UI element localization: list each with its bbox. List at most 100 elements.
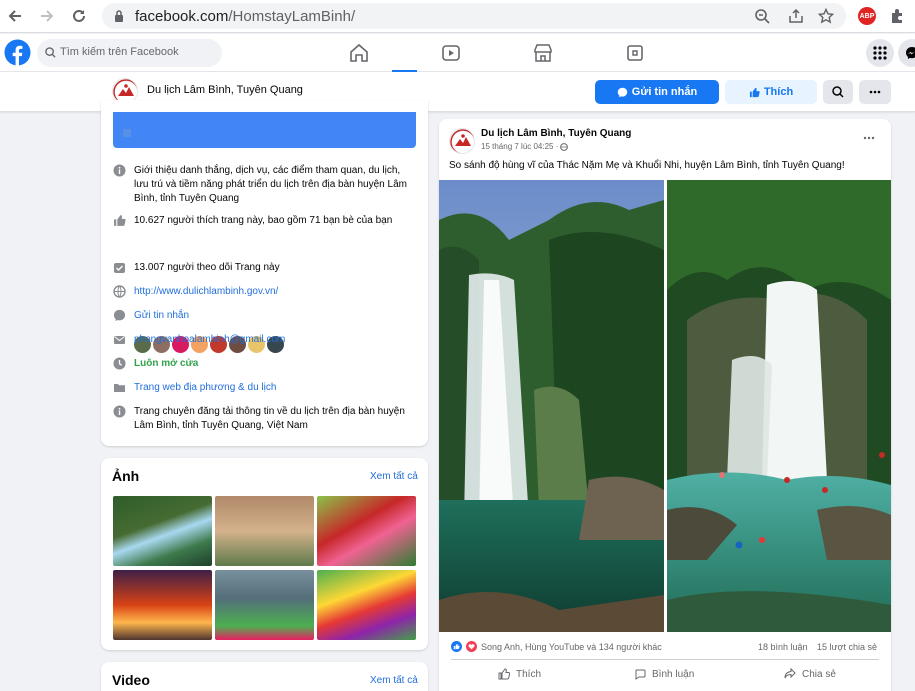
videos-card: Video Xem tất cả [101,662,428,691]
lock-icon [115,10,123,22]
like-page-button[interactable]: Thích [725,80,817,104]
post-image-left[interactable] [439,180,664,632]
intro-hours: Luôn mở cửa [134,358,199,369]
messenger-button[interactable] [898,39,915,67]
thumbs-up-icon [749,87,760,97]
like-page-label: Thích [763,86,794,98]
post-timestamp[interactable]: 15 tháng 7 lúc 04:25 · [481,142,558,151]
post-image-right[interactable] [667,180,891,632]
facebook-search-input[interactable]: Tìm kiếm trên Facebook [37,39,222,67]
post-card: Du lịch Lâm Bình, Tuyên Quang 15 tháng 7… [439,119,891,691]
facebook-logo-icon[interactable] [4,39,31,66]
active-tab-indicator [392,70,417,72]
intro-email-link[interactable]: phongvanhoalambinh@gmail.com [134,333,414,347]
reload-button[interactable] [68,5,90,27]
post-comments-count[interactable]: 18 bình luận [758,642,808,652]
send-message-button[interactable]: Gửi tin nhắn [595,80,719,104]
love-reaction-icon [466,641,477,652]
messenger-icon [906,47,915,59]
facebook-navbar: Tìm kiếm trên Facebook [0,34,915,72]
post-options-icon[interactable] [863,136,875,140]
comment-icon [635,669,646,680]
thumbs-up-icon [498,668,510,680]
intro-send-message-link[interactable]: Gửi tin nhắn [134,309,414,323]
post-meta: 15 tháng 7 lúc 04:25 · [481,142,569,151]
post-comment-button[interactable]: Bình luận [634,668,694,680]
waterfall-photo-nam-me [439,180,664,632]
page-more-button[interactable] [859,80,891,104]
clock-icon [113,357,126,370]
intro-about: Trang chuyên đăng tải thông tin về du lị… [134,406,405,431]
extensions-puzzle-icon[interactable] [889,8,905,24]
browser-toolbar: facebook.com/HomstayLamBinh/ ABP [0,0,915,33]
globe-icon [113,285,126,298]
post-shares-count[interactable]: 15 lượt chia sẻ [817,642,877,652]
url-text: facebook.com/HomstayLamBinh/ [135,8,355,25]
photo-thumbnail[interactable] [215,570,314,640]
bookmark-star-icon[interactable] [818,8,834,24]
reactions-text: Song Anh, Hùng YouTube và 134 người khác [481,641,662,652]
banner-icon [123,129,131,137]
watch-video-icon[interactable] [440,42,462,64]
menu-grid-button[interactable] [866,39,894,67]
back-button[interactable] [4,5,26,27]
adblock-extension-button[interactable]: ABP [858,7,876,25]
search-icon [45,47,56,58]
post-share-button[interactable]: Chia sẻ [784,668,836,680]
post-like-button[interactable]: Thích [498,668,541,680]
videos-title: Video [112,672,150,688]
forward-button[interactable] [36,5,58,27]
intro-category-link[interactable]: Trang web địa phương & du lịch [134,381,414,395]
photo-thumbnail[interactable] [215,496,314,566]
folder-icon [114,384,125,392]
page-name[interactable]: Du lịch Lâm Bình, Tuyên Quang [147,84,303,96]
page-search-button[interactable] [823,80,853,104]
share-arrow-icon [784,668,796,679]
follow-check-icon [114,263,125,273]
url-path: /HomstayLamBinh/ [228,8,356,25]
search-placeholder: Tìm kiếm trên Facebook [60,46,179,58]
info-circle-icon [113,164,126,177]
reload-icon [73,9,85,22]
address-bar[interactable]: facebook.com/HomstayLamBinh/ [102,3,846,29]
thumbs-up-icon [114,215,126,226]
intro-website-link[interactable]: http://www.dulichlambinh.gov.vn/ [134,285,414,299]
like-reaction-icon [451,641,462,652]
post-text: So sánh độ hùng vĩ của Thác Nặm Mẹ và Kh… [449,160,845,171]
info-circle-icon [113,405,126,418]
photo-thumbnail[interactable] [317,496,416,566]
send-message-label: Gửi tin nhắn [631,86,698,98]
messenger-icon [113,309,126,322]
intro-followers: 13.007 người theo dõi Trang này [134,262,280,273]
post-author-name[interactable]: Du lịch Lâm Bình, Tuyên Quang [481,128,631,139]
share-icon[interactable] [788,8,804,24]
post-divider [451,659,879,660]
forward-arrow-icon [41,10,54,22]
photos-title: Ảnh [112,468,140,484]
photos-see-all-link[interactable]: Xem tất cả [370,471,418,482]
post-like-label: Thích [516,668,542,680]
photo-thumbnail[interactable] [317,570,416,640]
photo-thumbnail[interactable] [113,570,212,640]
intro-edit-banner [113,112,416,148]
post-author-avatar[interactable] [449,128,475,154]
post-reactions-summary[interactable]: Song Anh, Hùng YouTube và 134 người khác [451,641,662,652]
page-logo-icon [450,129,474,153]
intro-likes: 10.627 người thích trang này, bao gồm 71… [134,215,393,226]
post-comment-label: Bình luận [652,668,695,680]
mail-icon [114,336,125,344]
post-share-label: Chia sẻ [802,668,836,680]
messenger-icon [617,87,628,97]
search-icon [832,86,844,98]
groups-gaming-icon[interactable] [624,42,646,64]
photos-card: Ảnh Xem tất cả [101,458,428,650]
videos-see-all-link[interactable]: Xem tất cả [370,675,418,686]
url-host: facebook.com [135,8,229,25]
marketplace-icon[interactable] [532,42,554,64]
zoom-icon[interactable] [754,8,770,24]
home-icon[interactable] [348,42,370,64]
grid-menu-icon [873,46,887,60]
intro-description: Giới thiệu danh thắng, dịch vụ, các điểm… [134,165,407,204]
photo-thumbnail[interactable] [113,496,212,566]
globe-privacy-icon [560,142,569,151]
